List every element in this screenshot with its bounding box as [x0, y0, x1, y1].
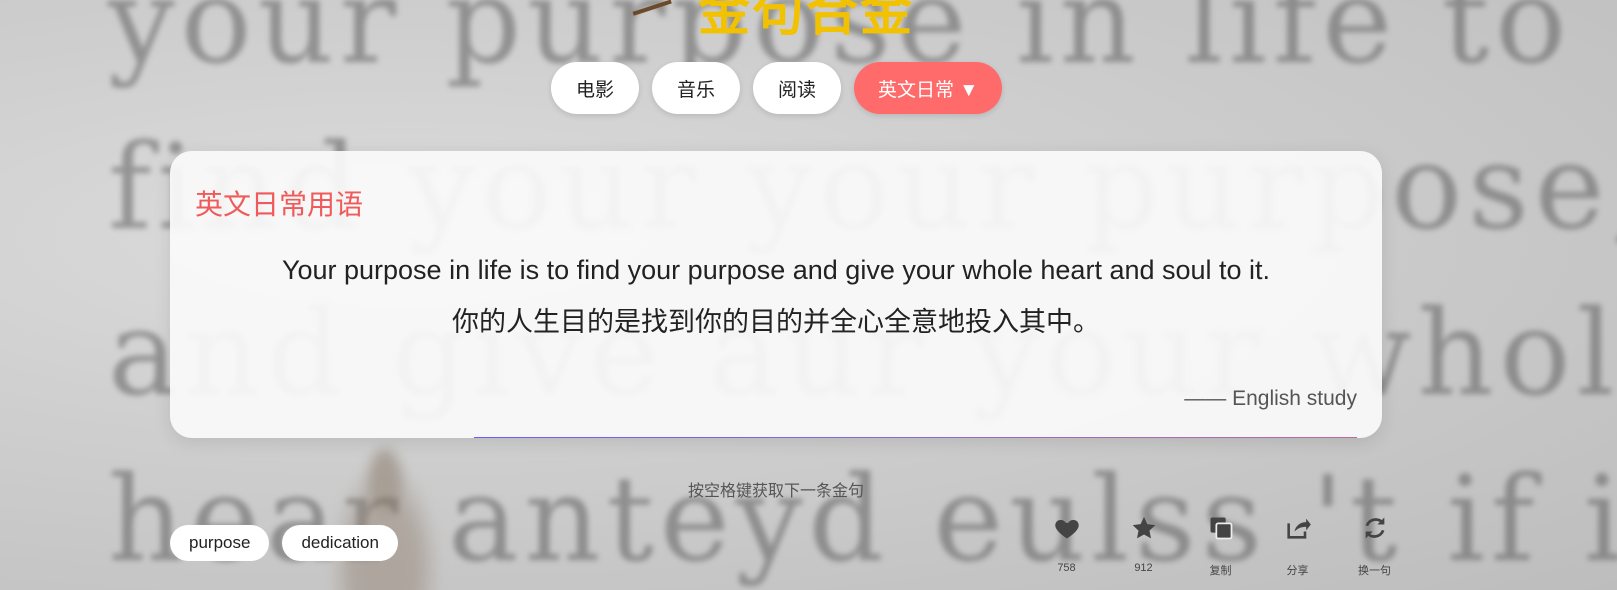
quote-card: 英文日常用语 Your purpose in life is to find y…: [170, 151, 1382, 438]
copy-button[interactable]: 复制: [1182, 508, 1259, 578]
refresh-icon: [1365, 517, 1384, 539]
card-title: 英文日常用语: [195, 189, 364, 220]
action-bar: 758 912 复制 分享 换一句: [1028, 508, 1413, 578]
tag-dedication[interactable]: dedication: [282, 525, 398, 561]
category-nav: 电影 音乐 阅读 英文日常 ▼: [551, 62, 1003, 114]
nav-english-daily-dropdown[interactable]: 英文日常 ▼: [854, 62, 1003, 114]
like-button[interactable]: 758: [1028, 508, 1105, 578]
tag-purpose[interactable]: purpose: [170, 525, 270, 561]
keyboard-hint: 按空格键获取下一条金句: [687, 483, 864, 500]
share-icon: [1286, 518, 1311, 539]
copy-icon: [1210, 517, 1232, 540]
quote-english: Your purpose in life is to find your pur…: [281, 255, 1271, 285]
quote-author: —— English study: [1184, 387, 1357, 410]
site-logo[interactable]: 金句合金: [698, 0, 914, 45]
favorite-count: 912: [1134, 562, 1153, 574]
favorite-button[interactable]: 912: [1105, 508, 1182, 578]
tag-list: purpose dedication: [170, 525, 398, 561]
nav-reading-button[interactable]: 阅读: [753, 62, 842, 114]
like-count: 758: [1057, 562, 1076, 574]
copy-label: 复制: [1209, 565, 1232, 577]
heart-icon: [1054, 519, 1079, 539]
share-button[interactable]: 分享: [1259, 508, 1336, 578]
refresh-label: 换一句: [1358, 565, 1391, 577]
share-label: 分享: [1286, 565, 1309, 577]
quote-chinese: 你的人生目的是找到你的目的并全心全意地投入其中。: [452, 307, 1100, 337]
nav-movie-button[interactable]: 电影: [551, 62, 640, 114]
background-figure: [320, 440, 450, 590]
refresh-button[interactable]: 换一句: [1336, 508, 1413, 578]
card-divider: [474, 437, 1357, 438]
star-icon: [1132, 516, 1155, 539]
nav-music-button[interactable]: 音乐: [652, 62, 741, 114]
